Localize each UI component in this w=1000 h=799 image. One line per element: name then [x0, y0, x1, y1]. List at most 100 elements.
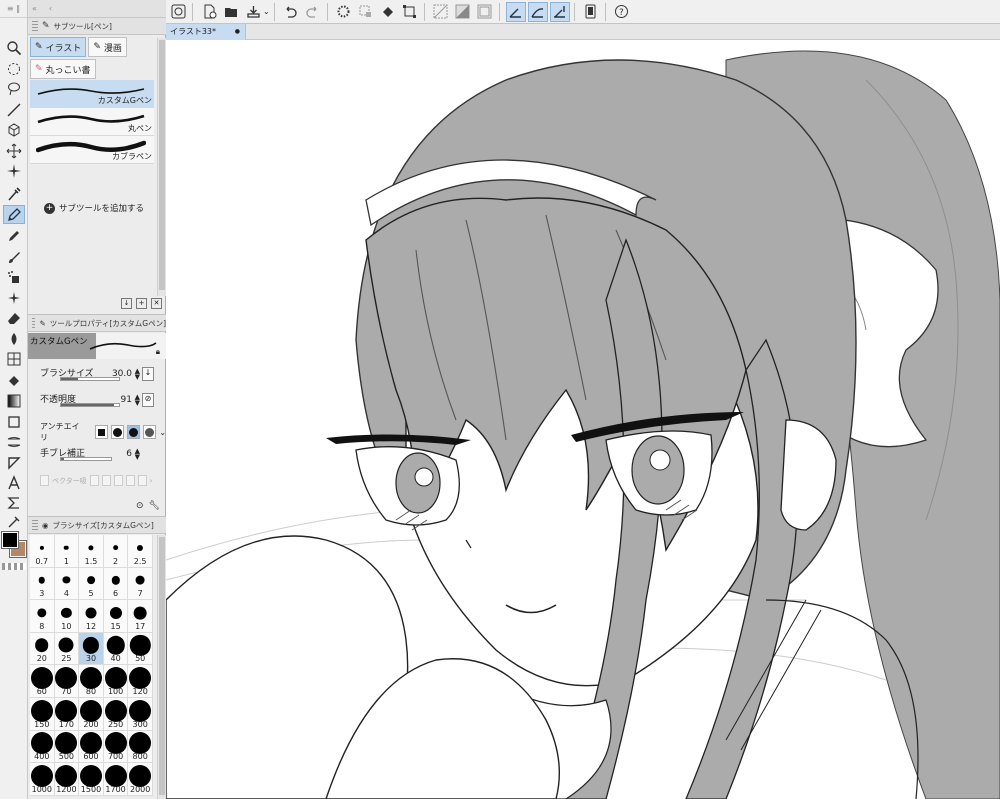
brush-size-cell[interactable]: 1.5: [79, 535, 104, 568]
redo-icon[interactable]: [303, 2, 323, 22]
main-color-swatch[interactable]: [1, 531, 19, 549]
hide-selection-icon[interactable]: [431, 2, 451, 22]
collapse-icon[interactable]: «: [32, 4, 37, 13]
stabilization-value[interactable]: 6: [126, 449, 132, 459]
add-subtool-button[interactable]: + サブツールを追加する: [44, 202, 144, 214]
chevron-right-icon[interactable]: ›: [150, 477, 153, 485]
chevron-left-icon[interactable]: ‹: [49, 4, 52, 13]
gradient-tool-icon[interactable]: [3, 391, 25, 410]
subtool-item[interactable]: カスタムGペン: [30, 80, 154, 108]
frame-toggle-icon[interactable]: [475, 2, 495, 22]
device-icon[interactable]: [581, 2, 601, 22]
brush-size-cell[interactable]: 120: [128, 665, 153, 698]
gradient-icon[interactable]: [3, 371, 25, 390]
brush-size-cell[interactable]: 1000: [30, 763, 55, 796]
brush-size-cell[interactable]: 150: [30, 697, 55, 731]
transform-icon[interactable]: [400, 2, 420, 22]
aa-weak[interactable]: [111, 425, 125, 439]
snap-icon[interactable]: [453, 2, 473, 22]
save-icon[interactable]: [243, 2, 263, 22]
eraser-icon[interactable]: [3, 308, 25, 327]
line-icon[interactable]: [3, 100, 25, 119]
grip-icon[interactable]: [32, 520, 38, 530]
snap-grid-icon[interactable]: [549, 1, 570, 22]
canvas-area[interactable]: [166, 40, 1000, 799]
move-icon[interactable]: [3, 141, 25, 160]
spinner-icon[interactable]: ▲ ▼: [135, 368, 140, 381]
pen-icon[interactable]: [3, 205, 25, 224]
correction-icon[interactable]: [3, 512, 25, 531]
unsaved-dot-icon[interactable]: ●: [235, 24, 240, 40]
dynamics-icon[interactable]: ⊘: [142, 393, 154, 407]
aa-strong[interactable]: [143, 425, 157, 439]
document-tab[interactable]: イラスト33* ●: [166, 24, 246, 40]
lock-icon[interactable]: 🔒︎: [156, 347, 160, 357]
subtool-scrollbar[interactable]: [157, 38, 166, 296]
brush-size-cell[interactable]: 30: [79, 632, 104, 666]
balloon-icon[interactable]: [3, 493, 25, 512]
ruler-icon[interactable]: [3, 453, 25, 472]
opacity-slider[interactable]: [60, 403, 120, 407]
brush-size-cell[interactable]: 100: [103, 665, 129, 698]
3d-icon[interactable]: [3, 120, 25, 139]
brush-size-cell[interactable]: 800: [128, 730, 153, 764]
opacity-value[interactable]: 91: [121, 395, 132, 405]
brush-size-cell[interactable]: 15: [103, 600, 129, 633]
lasso-icon[interactable]: [3, 79, 25, 98]
pencil-icon[interactable]: [3, 226, 25, 245]
brush-size-cell[interactable]: 200: [79, 697, 104, 731]
open-icon[interactable]: [221, 2, 241, 22]
brush-size-cell[interactable]: 5: [79, 567, 104, 601]
subtool-item[interactable]: 丸ペン: [30, 108, 154, 136]
brush-size-cell[interactable]: 300: [128, 697, 153, 731]
aa-medium[interactable]: [127, 425, 141, 439]
brush-size-cell[interactable]: 2000: [128, 763, 153, 796]
brush-size-cell[interactable]: 2: [103, 535, 129, 568]
eyedropper-icon[interactable]: [3, 184, 25, 203]
selection-icon[interactable]: [3, 59, 25, 78]
transparent-color-swatch[interactable]: [2, 563, 26, 570]
brush-size-cell[interactable]: 250: [103, 697, 129, 731]
decoration-icon[interactable]: [3, 288, 25, 307]
duplicate-icon[interactable]: +: [136, 298, 147, 309]
trash-icon[interactable]: ✕: [151, 298, 162, 309]
brush-size-cell[interactable]: 7: [128, 567, 153, 601]
loading-icon[interactable]: [334, 2, 354, 22]
tab-illust[interactable]: ✎ イラスト: [30, 37, 87, 57]
figure-icon[interactable]: [3, 412, 25, 431]
vector-checkbox[interactable]: [40, 475, 49, 486]
brush-size-cell[interactable]: 60: [30, 665, 55, 698]
new-icon[interactable]: [199, 2, 219, 22]
stabilization-slider[interactable]: [60, 457, 112, 461]
brush-size-cell[interactable]: 40: [103, 632, 129, 666]
zoom-icon[interactable]: [3, 38, 25, 57]
brush-size-value[interactable]: 30.0: [112, 369, 132, 379]
tab-manga[interactable]: ✎ 漫画: [88, 37, 127, 57]
brush-size-cell[interactable]: 20: [30, 632, 55, 666]
fill-bucket-icon[interactable]: [378, 2, 398, 22]
brush-size-cell[interactable]: 2.5: [128, 535, 153, 568]
chevron-down-icon[interactable]: ⌄: [159, 428, 166, 437]
snap-ruler-icon[interactable]: [505, 1, 526, 22]
brush-size-cell[interactable]: 25: [54, 632, 80, 666]
brush-size-cell[interactable]: 12: [79, 600, 104, 633]
brush-size-cell[interactable]: 500: [54, 730, 80, 764]
brush-size-cell[interactable]: 1500: [79, 763, 104, 796]
tab-round[interactable]: ✎ 丸っこい書: [30, 59, 96, 79]
auto-select-icon[interactable]: [3, 161, 25, 180]
brush-size-cell[interactable]: 17: [128, 600, 153, 633]
brush-size-cell[interactable]: 80: [79, 665, 104, 698]
brush-size-cell[interactable]: 600: [79, 730, 104, 764]
brush-size-cell[interactable]: 50: [128, 632, 153, 666]
brush-size-cell[interactable]: 8: [30, 600, 55, 633]
grip-icon[interactable]: [32, 21, 38, 31]
brush-size-cell[interactable]: 700: [103, 730, 129, 764]
brush-size-cell[interactable]: 70: [54, 665, 80, 698]
pressure-icon[interactable]: ↓: [142, 367, 154, 381]
brush-size-cell[interactable]: 1: [54, 535, 80, 568]
chevron-down-icon[interactable]: ⌄: [263, 7, 270, 16]
aa-none[interactable]: [95, 425, 109, 439]
brush-size-scrollbar[interactable]: [157, 535, 166, 799]
spinner-icon[interactable]: ▲ ▼: [135, 448, 140, 461]
spinner-icon[interactable]: ▲ ▼: [135, 394, 140, 407]
